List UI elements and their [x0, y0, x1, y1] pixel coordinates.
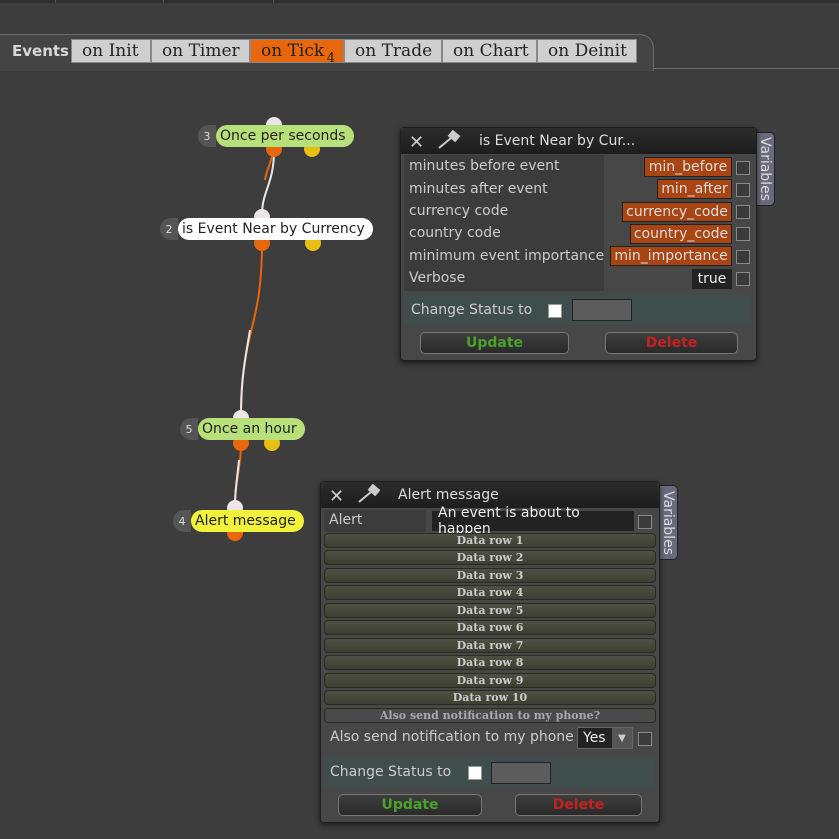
connector-line: [261, 149, 275, 216]
change-status-checkbox[interactable]: [468, 766, 482, 780]
variable-checkbox[interactable]: [736, 250, 750, 264]
panel-title: is Event Near by Cur...: [479, 133, 636, 149]
variable-checkbox[interactable]: [736, 183, 750, 197]
data-row[interactable]: Data row 6: [324, 620, 656, 635]
node-once-per-seconds[interactable]: 3 Once per seconds: [198, 125, 354, 147]
change-status-label: Change Status to: [411, 302, 533, 318]
change-status-field[interactable]: [491, 762, 551, 784]
param-value-field[interactable]: min_before: [644, 157, 732, 177]
data-row[interactable]: Data row 9: [324, 673, 656, 688]
node-label: Alert message: [191, 510, 304, 532]
node-number: 3: [198, 125, 216, 147]
variable-checkbox[interactable]: [638, 732, 652, 746]
notify-select[interactable]: Yes ▼: [577, 727, 633, 749]
node-once-an-hour[interactable]: 5 Once an hour: [180, 418, 305, 440]
data-row[interactable]: Data row 3: [324, 568, 656, 583]
param-label: minutes before event: [409, 158, 560, 174]
delete-button[interactable]: Delete: [605, 332, 738, 354]
param-value-field[interactable]: true: [692, 269, 732, 289]
alert-label: Alert: [329, 512, 363, 528]
change-status-bar: Change Status to: [324, 757, 655, 787]
change-status-checkbox[interactable]: [548, 304, 562, 318]
param-value-field[interactable]: min_importance: [610, 246, 732, 266]
node-number: 4: [173, 510, 191, 532]
variables-tab[interactable]: Variables: [658, 485, 678, 560]
update-button[interactable]: Update: [338, 794, 482, 816]
param-value-field[interactable]: currency_code: [622, 202, 732, 222]
data-row[interactable]: Data row 1: [324, 533, 656, 548]
close-icon[interactable]: ✕: [409, 132, 424, 153]
notify-select-value: Yes: [583, 730, 606, 746]
panel-title-bar[interactable]: ✕ is Event Near by Cur...: [401, 128, 756, 154]
param-label: currency code: [409, 203, 509, 219]
connector-line: [240, 242, 263, 416]
param-label: minutes after event: [409, 181, 548, 197]
data-row[interactable]: Data row 4: [324, 585, 656, 600]
param-value-field[interactable]: min_after: [657, 179, 732, 199]
alert-text-field[interactable]: An event is about to happen: [432, 505, 634, 537]
pin-icon[interactable]: [355, 484, 385, 504]
notify-section-header: Also send notification to my phone?: [324, 708, 656, 723]
data-row[interactable]: Data row 8: [324, 655, 656, 670]
node-alert-message[interactable]: 4 Alert message: [173, 510, 304, 532]
variable-checkbox[interactable]: [736, 272, 750, 286]
data-row[interactable]: Data row 7: [324, 638, 656, 653]
data-row[interactable]: Data row 2: [324, 550, 656, 565]
param-label: minimum event importance: [409, 248, 605, 264]
node-label: Once per seconds: [216, 125, 354, 147]
notify-label: Also send notification to my phone: [330, 729, 574, 745]
node-label: Once an hour: [198, 418, 305, 440]
data-row[interactable]: Data row 10: [324, 690, 656, 705]
panel-title: Alert message: [398, 487, 499, 503]
change-status-field[interactable]: [572, 299, 632, 321]
change-status-label: Change Status to: [330, 764, 452, 780]
variable-checkbox[interactable]: [638, 515, 652, 529]
node-is-event-near[interactable]: 2 is Event Near by Currency: [160, 218, 373, 240]
param-value-field[interactable]: country_code: [630, 224, 732, 244]
properties-panel-alert-message: ✕ Alert message Alert An event is about …: [320, 481, 660, 823]
variable-checkbox[interactable]: [736, 227, 750, 241]
pin-icon[interactable]: [435, 130, 465, 150]
param-label: Verbose: [409, 270, 466, 286]
update-button[interactable]: Update: [420, 332, 569, 354]
node-number: 5: [180, 418, 198, 440]
node-number: 2: [160, 218, 178, 240]
connector-line: [234, 459, 240, 506]
variable-checkbox[interactable]: [736, 161, 750, 175]
data-row[interactable]: Data row 5: [324, 603, 656, 618]
variables-tab[interactable]: Variables: [755, 132, 775, 206]
node-label: is Event Near by Currency: [178, 218, 373, 240]
variable-checkbox[interactable]: [736, 205, 750, 219]
delete-button[interactable]: Delete: [515, 794, 642, 816]
chevron-down-icon[interactable]: ▼: [612, 728, 632, 748]
param-label: country code: [409, 225, 501, 241]
properties-panel-event-near: ✕ is Event Near by Cur... minutes before…: [400, 127, 757, 361]
close-icon[interactable]: ✕: [329, 486, 344, 507]
